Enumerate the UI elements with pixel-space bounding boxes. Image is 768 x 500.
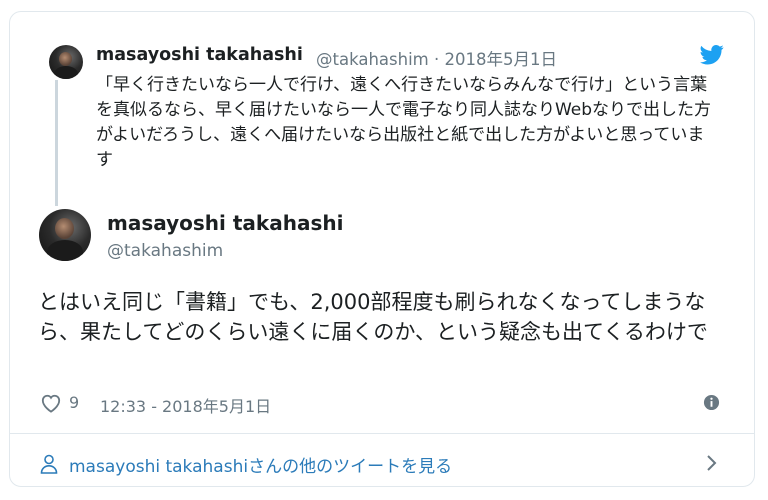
quoted-meta[interactable]: @takahashim · 2018年5月1日	[316, 46, 557, 70]
author-name[interactable]: masayoshi takahashi	[107, 211, 343, 235]
tweet-embed-card: masayoshi takahashi @takahashim · 2018年5…	[9, 11, 755, 487]
more-tweets-link[interactable]: masayoshi takahashiさんの他のツイートを見る	[10, 434, 754, 477]
thread-connector-line	[55, 80, 58, 206]
author-avatar[interactable]	[39, 209, 91, 261]
more-tweets-label: masayoshi takahashiさんの他のツイートを見る	[69, 457, 453, 477]
quoted-avatar[interactable]	[49, 45, 83, 79]
tweet-text: とはいえ同じ「書籍」でも、2,000部程度も刷られなくなってしまうなら、果たして…	[38, 290, 708, 344]
heart-icon[interactable]	[40, 393, 62, 413]
like-count[interactable]: 9	[69, 393, 79, 412]
chevron-right-icon	[707, 455, 717, 471]
author-handle[interactable]: @takahashim	[107, 241, 223, 261]
info-icon[interactable]	[703, 394, 720, 411]
person-icon	[40, 454, 58, 474]
quoted-author-name[interactable]: masayoshi takahashi	[96, 45, 303, 65]
quoted-tweet-text: 「早く行きたいなら一人で行け、遠くへ行きたいならみんなで行け」という言葉を真似る…	[96, 75, 712, 170]
tweet-timestamp[interactable]: 12:33 - 2018年5月1日	[100, 393, 271, 417]
twitter-bird-icon[interactable]	[700, 44, 724, 66]
